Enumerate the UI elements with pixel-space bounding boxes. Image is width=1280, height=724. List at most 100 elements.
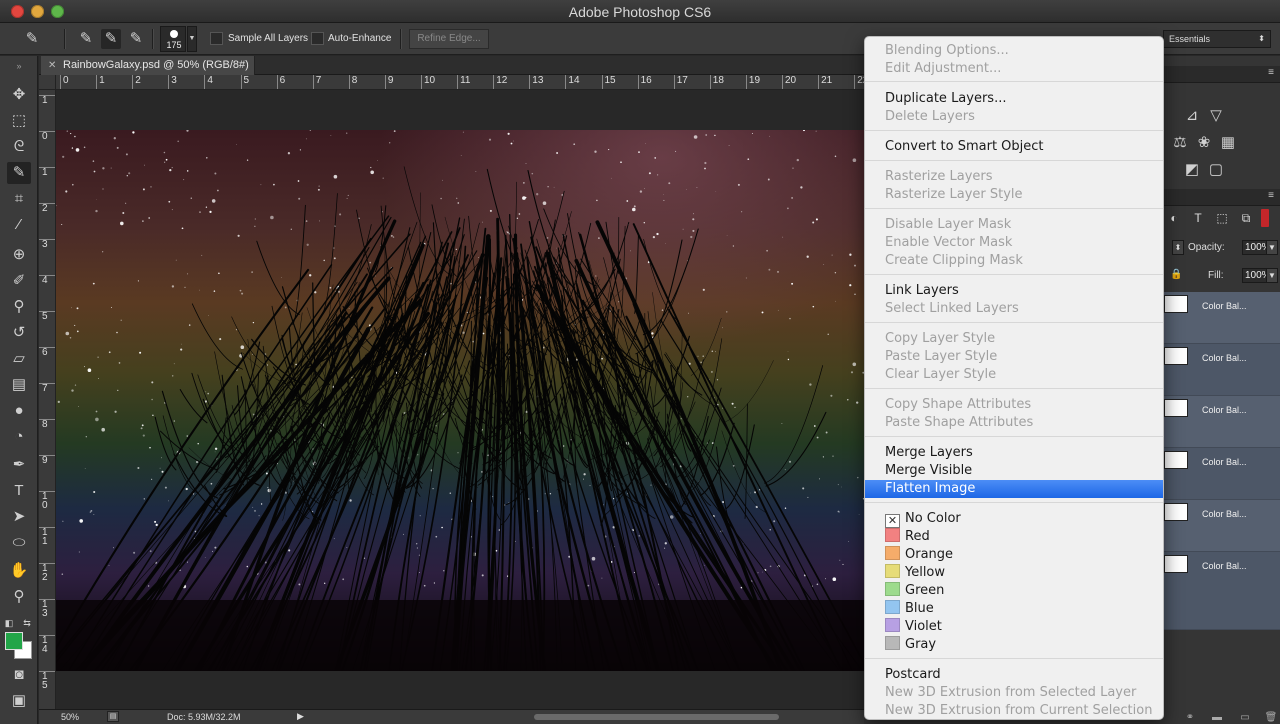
ellipse-icon[interactable]: ⬭	[7, 532, 31, 554]
color-gray-item[interactable]: Gray	[865, 636, 1163, 654]
new-layer-icon[interactable]: ▭	[1238, 713, 1252, 723]
screen-mode-icon[interactable]: ▣	[7, 690, 31, 712]
merge-visible-item[interactable]: Merge Visible	[865, 462, 1163, 480]
color-red-item[interactable]: Red	[865, 528, 1163, 546]
horizontal-ruler[interactable]: 012345678910111213141516171819202122	[56, 75, 864, 90]
history-brush-icon[interactable]: ↺	[7, 322, 31, 344]
color-yellow-item[interactable]: Yellow	[865, 564, 1163, 582]
color-orange-item[interactable]: Orange	[865, 546, 1163, 564]
layer-name[interactable]: Color Bal...	[1202, 353, 1247, 363]
triangle-adjustment-icon[interactable]: ▽	[1206, 106, 1226, 126]
path-selection-icon[interactable]: ➤	[7, 506, 31, 528]
flatten-image-item[interactable]: Flatten Image	[865, 480, 1163, 498]
trash-icon[interactable]: 🗑	[1264, 713, 1278, 723]
type-icon[interactable]: T	[7, 480, 31, 502]
refine-edge-button[interactable]: Refine Edge...	[409, 29, 489, 49]
blur-icon[interactable]: ●	[7, 400, 31, 422]
threshold-adjustment-icon[interactable]: ◩	[1182, 160, 1202, 180]
brush-icon[interactable]: ✐	[7, 270, 31, 292]
document-tab[interactable]: ✕ RainbowGalaxy.psd @ 50% (RGB/8#)	[41, 56, 255, 75]
layer-row[interactable]: Color Bal...	[1164, 448, 1280, 500]
gradient-icon[interactable]: ▤	[7, 374, 31, 396]
layer-name[interactable]: Color Bal...	[1202, 301, 1247, 311]
layer-row[interactable]: Color Bal...	[1164, 396, 1280, 448]
new-selection-brush-icon[interactable]: ✎	[76, 29, 96, 49]
sample-all-layers-checkbox[interactable]	[210, 32, 223, 45]
menu-item-label: Duplicate Layers...	[885, 91, 1007, 106]
default-colors-icon[interactable]: ◧	[2, 612, 16, 634]
fill-chevron-icon[interactable]: ▼	[1266, 268, 1278, 283]
color-balance-adjustment-icon[interactable]: ⚖	[1170, 133, 1190, 153]
eraser-icon[interactable]: ▱	[7, 348, 31, 370]
move-icon[interactable]: ✥	[7, 84, 31, 106]
color-blue-item[interactable]: Blue	[865, 600, 1163, 618]
color-no-color-item[interactable]: ✕ No Color	[865, 510, 1163, 528]
new-group-icon[interactable]: ▬	[1210, 713, 1224, 723]
quick-mask-icon[interactable]: ◙	[7, 664, 31, 686]
blend-mode-chevron-icon[interactable]: ⬍	[1172, 240, 1184, 255]
lasso-icon[interactable]: ᘓ	[7, 136, 31, 158]
subtract-from-selection-brush-icon[interactable]: ✎	[126, 29, 146, 49]
layer-name[interactable]: Color Bal...	[1202, 509, 1247, 519]
layer-row[interactable]: Color Bal...	[1164, 552, 1280, 630]
layer-name[interactable]: Color Bal...	[1202, 561, 1247, 571]
brush-picker-chevron-down-icon[interactable]: ▼	[187, 26, 197, 52]
convert-to-smart-object-item[interactable]: Convert to Smart Object	[865, 138, 1163, 156]
healing-brush-icon[interactable]: ⊕	[7, 244, 31, 266]
eyedropper-icon[interactable]: ⁄	[7, 214, 31, 236]
status-menu-arrow-icon[interactable]: ▶	[297, 711, 304, 722]
lock-all-icon[interactable]: 🔒	[1170, 269, 1182, 280]
ruler-tick-label: 17	[673, 75, 688, 89]
workspace-value: Essentials	[1169, 34, 1211, 44]
panel-menu-icon[interactable]: ≡	[1268, 67, 1274, 78]
panel-menu-icon[interactable]: ≡	[1268, 190, 1274, 201]
link-layers-icon[interactable]: ⚭	[1183, 713, 1197, 723]
horizontal-scrollbar[interactable]	[534, 714, 779, 720]
shape-filter-icon[interactable]: ⬚	[1213, 209, 1231, 227]
canvas-area[interactable]	[56, 90, 864, 709]
link-layers-item[interactable]: Link Layers	[865, 282, 1163, 300]
dodge-icon[interactable]: ◔	[7, 426, 31, 448]
adjustments-panel-header[interactable]: ≡	[1164, 66, 1280, 83]
canvas-image[interactable]	[56, 130, 864, 671]
auto-enhance-checkbox[interactable]	[311, 32, 324, 45]
close-icon[interactable]: ✕	[48, 56, 56, 75]
layer-row[interactable]: Color Bal...	[1164, 344, 1280, 396]
clone-stamp-icon[interactable]: ⚲	[7, 296, 31, 318]
add-to-selection-brush-icon[interactable]: ✎	[101, 29, 121, 49]
postcard-item[interactable]: Postcard	[865, 666, 1163, 684]
swap-colors-icon[interactable]: ⇆	[20, 612, 34, 634]
vertical-ruler[interactable]: 101234567891 01 11 21 31 41 5	[39, 90, 56, 709]
color-lookup-adjustment-icon[interactable]: ▦	[1218, 133, 1238, 153]
smart-object-filter-icon[interactable]: ⧉	[1237, 209, 1255, 227]
opacity-chevron-icon[interactable]: ▼	[1266, 240, 1278, 255]
color-violet-item[interactable]: Violet	[865, 618, 1163, 636]
duplicate-layers-item[interactable]: Duplicate Layers...	[865, 90, 1163, 108]
foreground-color-swatch[interactable]	[5, 632, 23, 650]
color-green-item[interactable]: Green	[865, 582, 1163, 600]
crop-icon[interactable]: ⌗	[7, 188, 31, 210]
filter-toggle-icon[interactable]	[1261, 209, 1269, 227]
document-info-icon[interactable]: ▤	[107, 711, 119, 722]
quick-selection-icon[interactable]: ✎	[7, 162, 31, 184]
zoom-level[interactable]: 50%	[61, 712, 79, 722]
quick-selection-preset-icon[interactable]: ✎	[22, 29, 42, 49]
layers-panel-header[interactable]: ≡	[1164, 189, 1280, 206]
zoom-icon[interactable]: ⚲	[7, 586, 31, 608]
pen-icon[interactable]: ✒	[7, 454, 31, 476]
curves-adjustment-icon[interactable]: ⊿	[1182, 106, 1202, 126]
marquee-icon[interactable]: ⬚	[7, 110, 31, 132]
layer-name[interactable]: Color Bal...	[1202, 457, 1247, 467]
toolbox-collapse-icon[interactable]: »	[7, 60, 31, 72]
layer-name[interactable]: Color Bal...	[1202, 405, 1247, 415]
workspace-select[interactable]: Essentials ⬍	[1163, 30, 1271, 48]
hand-icon[interactable]: ✋	[7, 560, 31, 582]
brush-size-picker[interactable]: 175	[160, 26, 186, 52]
type-filter-icon[interactable]: T	[1189, 209, 1207, 227]
adjustment-filter-icon[interactable]: ◐	[1165, 209, 1183, 227]
layer-row[interactable]: Color Bal...	[1164, 292, 1280, 344]
channel-mixer-adjustment-icon[interactable]: ❀	[1194, 133, 1214, 153]
selective-color-adjustment-icon[interactable]: ▢	[1206, 160, 1226, 180]
merge-layers-item[interactable]: Merge Layers	[865, 444, 1163, 462]
layer-row[interactable]: Color Bal...	[1164, 500, 1280, 552]
